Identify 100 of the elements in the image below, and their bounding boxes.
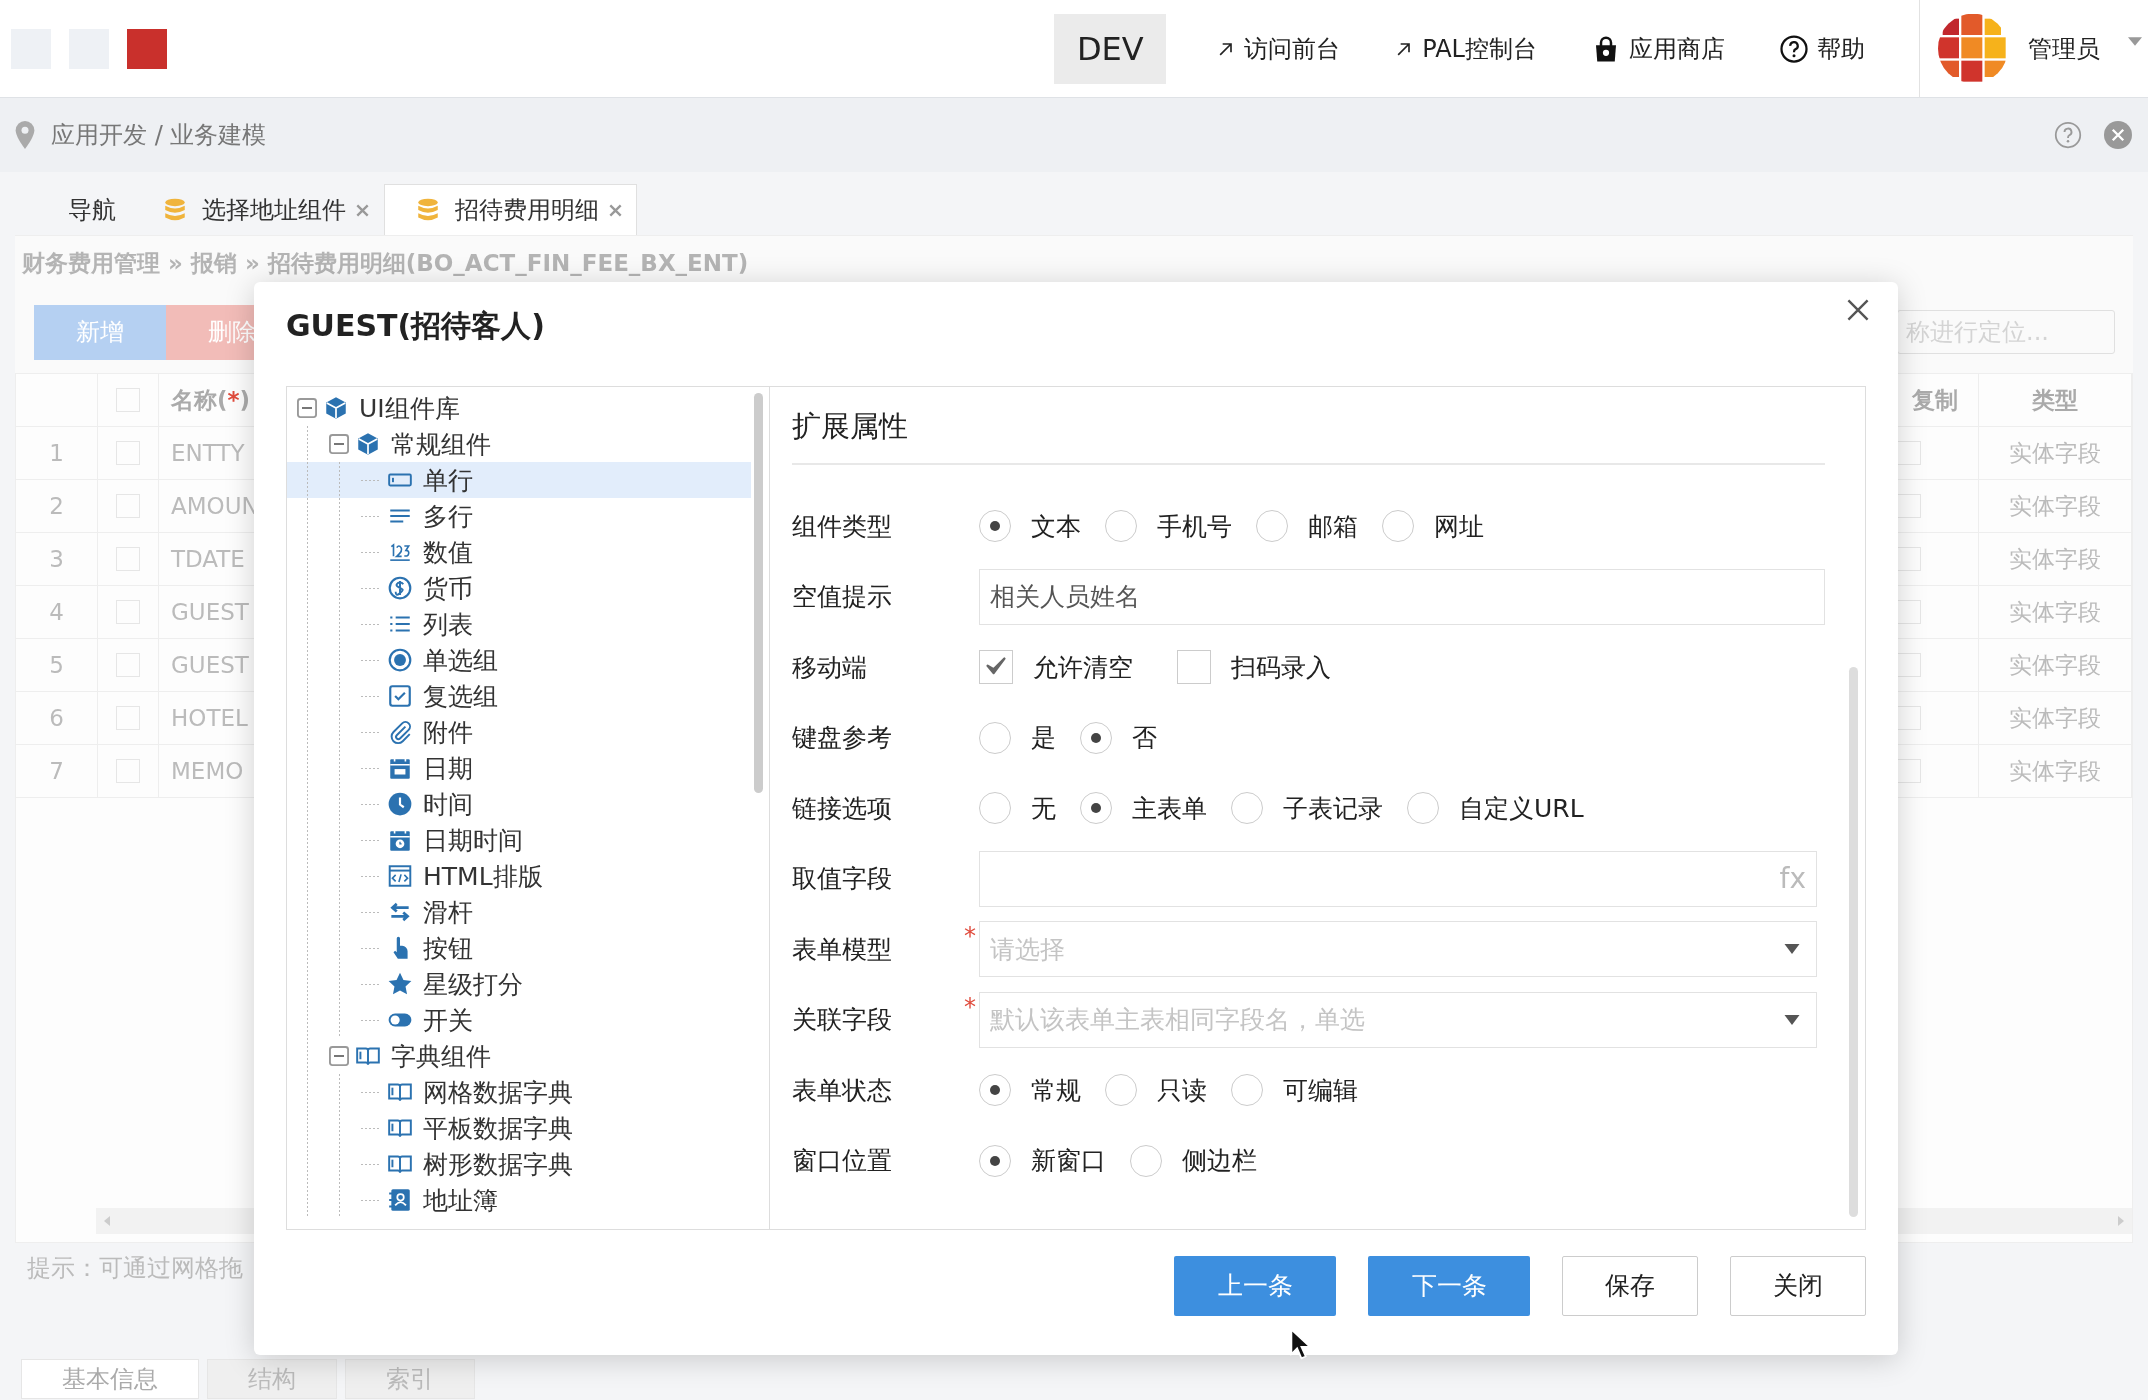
row-number: 6 bbox=[16, 692, 98, 744]
cube-icon bbox=[323, 395, 349, 421]
checkbox[interactable] bbox=[1897, 547, 1921, 571]
close-icon[interactable] bbox=[1846, 298, 1870, 322]
tree-item[interactable]: 平板数据字典 bbox=[287, 1110, 751, 1146]
table-cell: 实体字段 bbox=[1979, 586, 2132, 638]
option-label: 新窗口 bbox=[1031, 1145, 1106, 1178]
tree-item[interactable]: 字典组件 bbox=[287, 1038, 751, 1074]
tree-item[interactable]: 列表 bbox=[287, 606, 751, 642]
logo-icon[interactable] bbox=[1938, 13, 2008, 84]
breadcrumb: 应用开发 / 业务建模 bbox=[51, 120, 268, 151]
option-label: 扫码录入 bbox=[1231, 651, 1331, 684]
help-icon[interactable] bbox=[2054, 121, 2082, 149]
tree-item[interactable]: HTML排版 bbox=[287, 858, 751, 894]
field-label: 窗口位置 bbox=[792, 1145, 893, 1178]
checkbox[interactable] bbox=[1897, 441, 1921, 465]
section-title: 扩展属性 bbox=[792, 387, 1825, 465]
option-label: 否 bbox=[1132, 722, 1157, 755]
tree-item[interactable]: 时间 bbox=[287, 786, 751, 822]
table-cell: 实体字段 bbox=[1979, 639, 2132, 691]
left-arrow-icon[interactable] bbox=[104, 1216, 110, 1226]
collapse-icon[interactable] bbox=[329, 434, 349, 454]
dollar-icon bbox=[387, 575, 413, 601]
collapse-icon[interactable] bbox=[329, 1046, 349, 1066]
tab[interactable]: 导航 bbox=[37, 184, 131, 235]
checkbox[interactable] bbox=[1897, 759, 1921, 783]
database-icon bbox=[415, 197, 441, 223]
option-label: 只读 bbox=[1157, 1074, 1207, 1107]
checkbox[interactable] bbox=[1897, 706, 1921, 730]
option-label: 主表单 bbox=[1132, 792, 1207, 825]
clock-icon bbox=[387, 791, 413, 817]
tree-item[interactable]: 树形数据字典 bbox=[287, 1146, 751, 1182]
option-label: 侧边栏 bbox=[1182, 1145, 1257, 1178]
tab[interactable]: 选择地址组件 bbox=[131, 184, 384, 235]
row-number: 4 bbox=[16, 586, 98, 638]
dialog-button[interactable]: 关闭 bbox=[1730, 1255, 1866, 1316]
field-label: 链接选项 bbox=[792, 792, 893, 825]
tree-item[interactable]: 星级打分 bbox=[287, 966, 751, 1002]
checkbox[interactable] bbox=[1897, 494, 1921, 518]
tree-item[interactable]: 单选组 bbox=[287, 642, 751, 678]
table-cell: 实体字段 bbox=[1979, 745, 2132, 797]
scrollbar[interactable] bbox=[1849, 667, 1858, 1217]
tree-item[interactable]: 货币 bbox=[287, 570, 751, 606]
table-cell: 实体字段 bbox=[1979, 427, 2132, 479]
column-header: 类型 bbox=[1979, 374, 2132, 426]
tile-icon[interactable] bbox=[127, 28, 167, 69]
option-label: 可编辑 bbox=[1283, 1074, 1358, 1107]
top-link[interactable]: 应用商店 bbox=[1591, 32, 1725, 65]
checkbox[interactable] bbox=[1897, 600, 1921, 624]
field-label: 取值字段 bbox=[792, 863, 893, 896]
pin-icon bbox=[15, 121, 35, 149]
tree-item[interactable]: 网格数据字典 bbox=[287, 1074, 751, 1110]
input-field[interactable]: 相关人员姓名 bbox=[979, 568, 1825, 625]
caret-icon[interactable] bbox=[1784, 944, 1800, 955]
tree-item[interactable]: UI组件库 bbox=[287, 390, 751, 426]
field-label: 空值提示 bbox=[792, 581, 893, 614]
tree-item[interactable]: 单行 bbox=[287, 462, 751, 498]
table-cell: 实体字段 bbox=[1979, 533, 2132, 585]
tree-item[interactable]: 开关 bbox=[287, 1002, 751, 1038]
tree-item[interactable]: 多行 bbox=[287, 498, 751, 534]
tree-item[interactable]: 日期时间 bbox=[287, 822, 751, 858]
contact-icon bbox=[387, 1187, 413, 1213]
tree-item[interactable]: 日期 bbox=[287, 750, 751, 786]
required-mark: * bbox=[964, 922, 976, 950]
environment-badge: DEV bbox=[1054, 13, 1167, 84]
hint-text: 提示：可通过网格拖 bbox=[26, 1253, 243, 1284]
field-label: 表单状态 bbox=[792, 1074, 893, 1107]
collapse-icon[interactable] bbox=[297, 398, 317, 418]
row-number: 3 bbox=[16, 533, 98, 585]
tree-item[interactable]: 地址簿 bbox=[287, 1182, 751, 1218]
checkbox[interactable] bbox=[1177, 650, 1211, 685]
star-icon bbox=[387, 971, 413, 997]
row-number: 1 bbox=[16, 427, 98, 479]
checkbox[interactable] bbox=[1897, 653, 1921, 677]
tree-item[interactable]: 数值 bbox=[287, 534, 751, 570]
row-number: 2 bbox=[16, 480, 98, 532]
table-cell: 实体字段 bbox=[1979, 692, 2132, 744]
tab[interactable]: 招待费用明细 bbox=[384, 184, 637, 235]
top-link[interactable]: 访问前台 bbox=[1216, 32, 1341, 65]
user-name[interactable]: 管理员 bbox=[2028, 32, 2100, 65]
right-arrow-icon[interactable] bbox=[2118, 1216, 2124, 1226]
checkbox[interactable] bbox=[979, 650, 1013, 685]
field-label: 表单模型 bbox=[792, 933, 893, 966]
option-label: 自定义URL bbox=[1459, 792, 1584, 825]
tree-item[interactable]: 附件 bbox=[287, 714, 751, 750]
scrollbar[interactable] bbox=[754, 393, 763, 793]
top-link[interactable]: 帮助 bbox=[1779, 32, 1865, 65]
top-link[interactable]: PAL控制台 bbox=[1394, 32, 1537, 65]
required-mark: * bbox=[964, 992, 976, 1021]
option-label: 允许清空 bbox=[1033, 651, 1133, 684]
caret-icon[interactable] bbox=[1784, 1014, 1800, 1025]
option-label: 常规 bbox=[1031, 1074, 1081, 1107]
row-number: 5 bbox=[16, 639, 98, 691]
checkbox-icon bbox=[387, 683, 413, 709]
tree-item[interactable]: 滑杆 bbox=[287, 894, 751, 930]
tree-item[interactable]: 按钮 bbox=[287, 930, 751, 966]
tree-item[interactable]: 常规组件 bbox=[287, 426, 751, 462]
dialog-button[interactable]: 保存 bbox=[1562, 1255, 1698, 1316]
field-label: 关联字段 bbox=[792, 1004, 893, 1037]
option-label: 无 bbox=[1031, 792, 1056, 825]
